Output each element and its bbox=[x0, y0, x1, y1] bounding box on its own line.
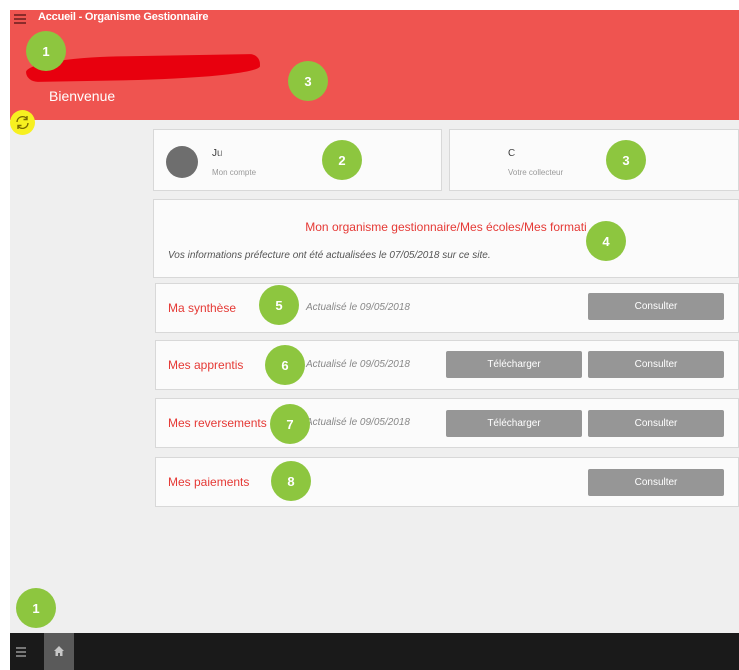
home-button[interactable] bbox=[44, 633, 74, 670]
organism-link[interactable]: Mon organisme gestionnaire/Mes écoles/Me… bbox=[154, 220, 738, 234]
account-subtitle: Mon compte bbox=[212, 168, 257, 177]
synthese-date: Actualisé le 09/05/2018 bbox=[306, 302, 410, 313]
collector-card[interactable]: C Votre collecteur bbox=[449, 129, 739, 191]
home-icon bbox=[54, 646, 64, 656]
reversements-consult-button[interactable]: Consulter bbox=[588, 410, 724, 437]
apprentis-download-button[interactable]: Télécharger bbox=[446, 351, 582, 378]
menu-icon[interactable] bbox=[14, 14, 26, 24]
refresh-icon bbox=[16, 115, 29, 130]
callout-badge: 1 bbox=[16, 588, 56, 628]
list-item-synthese: Ma synthèse Actualisé le 09/05/2018 Cons… bbox=[155, 283, 739, 333]
account-card[interactable]: Ju Mon compte bbox=[153, 129, 442, 191]
account-name: Ju bbox=[212, 148, 223, 159]
bottom-toolbar bbox=[10, 633, 739, 670]
redaction-mask bbox=[520, 146, 560, 158]
synthese-consult-button[interactable]: Consulter bbox=[588, 293, 724, 320]
list-item-apprentis: Mes apprentis Actualisé le 09/05/2018 Té… bbox=[155, 340, 739, 390]
apprentis-label[interactable]: Mes apprentis bbox=[168, 358, 243, 372]
welcome-text: Bienvenue bbox=[49, 88, 116, 104]
callout-badge: 6 bbox=[265, 345, 305, 385]
apprentis-consult-button[interactable]: Consulter bbox=[588, 351, 724, 378]
callout-badge: 7 bbox=[270, 404, 310, 444]
synthese-label[interactable]: Ma synthèse bbox=[168, 301, 236, 315]
organism-info-card: Mon organisme gestionnaire/Mes écoles/Me… bbox=[153, 199, 739, 278]
callout-badge: 5 bbox=[259, 285, 299, 325]
app-title: Accueil - Organisme Gestionnaire bbox=[38, 11, 209, 23]
redaction-mask bbox=[468, 144, 508, 174]
hamburger-icon[interactable] bbox=[16, 647, 26, 657]
callout-badge: 8 bbox=[271, 461, 311, 501]
callout-badge: 3 bbox=[288, 61, 328, 101]
paiements-consult-button[interactable]: Consulter bbox=[588, 469, 724, 496]
collector-subtitle: Votre collecteur bbox=[508, 168, 564, 177]
list-item-paiements: Mes paiements Consulter bbox=[155, 457, 739, 507]
refresh-button[interactable] bbox=[10, 110, 35, 135]
redaction-mask bbox=[226, 146, 282, 158]
apprentis-date: Actualisé le 09/05/2018 bbox=[306, 359, 410, 370]
avatar bbox=[166, 146, 198, 178]
reversements-label[interactable]: Mes reversements bbox=[168, 416, 267, 430]
prefecture-update-text: Vos informations préfecture ont été actu… bbox=[168, 250, 491, 261]
reversements-date: Actualisé le 09/05/2018 bbox=[306, 417, 410, 428]
callout-badge: 1 bbox=[26, 31, 66, 71]
callout-badge: 2 bbox=[322, 140, 362, 180]
paiements-label[interactable]: Mes paiements bbox=[168, 475, 249, 489]
list-item-reversements: Mes reversements Actualisé le 09/05/2018… bbox=[155, 398, 739, 448]
callout-badge: 4 bbox=[586, 221, 626, 261]
callout-badge: 3 bbox=[606, 140, 646, 180]
collector-name: C bbox=[508, 148, 516, 159]
reversements-download-button[interactable]: Télécharger bbox=[446, 410, 582, 437]
